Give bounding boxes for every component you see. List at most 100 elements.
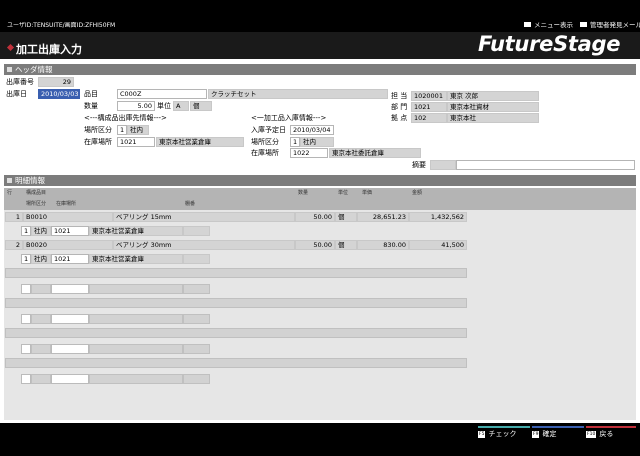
user-info: ユーザID:TENSUITE/画面ID:ZFHI50FM — [7, 22, 116, 29]
site-name: 東京本社 — [447, 113, 539, 123]
row-loc-name: 社内 — [31, 254, 51, 264]
unit-code: A — [173, 101, 189, 111]
empty-loc-input[interactable] — [21, 344, 31, 354]
site-code: 102 — [411, 113, 447, 123]
empty-wh-input[interactable] — [51, 344, 89, 354]
row-qty[interactable]: 50.00 — [295, 240, 335, 250]
empty-wh-input[interactable] — [51, 374, 89, 384]
item-name: クラッチセット — [208, 89, 388, 99]
shipment-no-label: 出庫番号 — [6, 78, 34, 86]
empty-wh-name — [89, 314, 183, 324]
row-shelf — [183, 254, 210, 264]
proc-warehouse-label: 在庫場所 — [251, 149, 279, 157]
empty-loc-name — [31, 374, 51, 384]
empty-loc-input[interactable] — [21, 314, 31, 324]
warehouse-name: 東京本社営業倉庫 — [156, 137, 244, 147]
empty-loc-name — [31, 344, 51, 354]
row-wh-code-input[interactable]: 1021 — [51, 226, 89, 236]
empty-loc-name — [31, 284, 51, 294]
warehouse-label: 在庫場所 — [84, 138, 112, 146]
person-name: 東京 次郎 — [447, 91, 539, 101]
col-loc-class: 場所区分 — [26, 201, 47, 207]
col-row: 行 — [7, 190, 13, 196]
item-code-input[interactable]: C000Z — [117, 89, 207, 99]
col-price: 単価 — [362, 190, 373, 196]
proc-loc-class-label: 場所区分 — [251, 138, 279, 146]
col-qty: 数量 — [298, 190, 309, 196]
header-section-title: ヘッダ情報 — [4, 64, 636, 75]
warehouse-code-input[interactable]: 1021 — [117, 137, 155, 147]
shipment-date-label: 出庫日 — [6, 90, 27, 98]
row-wh-name: 東京本社営業倉庫 — [89, 254, 183, 264]
proc-warehouse-code-input[interactable]: 1022 — [290, 148, 328, 158]
dept-code: 1021 — [411, 102, 447, 112]
site-label: 拠 点 — [391, 114, 408, 122]
col-unit: 単位 — [338, 190, 349, 196]
empty-shelf — [183, 284, 210, 294]
shipment-date-input[interactable]: 2010/03/03 — [38, 89, 80, 99]
back-button[interactable]: F10 戻る — [586, 426, 636, 440]
qty-input[interactable]: 5.00 — [117, 101, 155, 111]
qty-label: 数量 — [84, 102, 98, 110]
row-code[interactable]: B0010 — [23, 212, 113, 222]
row-unit: 個 — [335, 212, 357, 222]
col-amount: 金額 — [412, 190, 423, 196]
row-shelf — [183, 226, 210, 236]
col-shelf: 棚番 — [185, 201, 196, 207]
empty-wh-name — [89, 374, 183, 384]
empty-row[interactable] — [5, 268, 467, 278]
col-warehouse: 在庫場所 — [56, 201, 77, 207]
empty-wh-name — [89, 344, 183, 354]
row-no: 2 — [5, 240, 23, 250]
empty-wh-input[interactable] — [51, 284, 89, 294]
empty-wh-input[interactable] — [51, 314, 89, 324]
proc-loc-class-name: 社内 — [300, 137, 334, 147]
row-qty[interactable]: 50.00 — [295, 212, 335, 222]
processed-caption: <一加工品入庫情報---> — [251, 114, 327, 122]
remarks-input[interactable] — [456, 160, 635, 170]
planned-date-label: 入庫予定日 — [251, 126, 286, 134]
empty-loc-input[interactable] — [21, 374, 31, 384]
row-code[interactable]: B0020 — [23, 240, 113, 250]
dept-name: 東京本社資材 — [447, 102, 539, 112]
check-button[interactable]: F5 チェック — [478, 426, 530, 440]
row-amount: 1,432,562 — [409, 212, 467, 222]
remarks-label: 摘要 — [412, 161, 426, 169]
component-caption: <---構成品出庫先情報---> — [84, 114, 167, 122]
unit-label: 単位 — [157, 102, 171, 110]
empty-loc-input[interactable] — [21, 284, 31, 294]
empty-row[interactable] — [5, 358, 467, 368]
row-amount: 41,500 — [409, 240, 467, 250]
empty-row[interactable] — [5, 298, 467, 308]
remarks-code — [430, 160, 456, 170]
row-loc-code-input[interactable]: 1 — [21, 226, 31, 236]
row-wh-code-input[interactable]: 1021 — [51, 254, 89, 264]
planned-date-input[interactable]: 2010/03/04 — [290, 125, 334, 135]
mail-icon — [580, 21, 587, 27]
detail-table-header — [4, 188, 636, 210]
empty-shelf — [183, 344, 210, 354]
row-price: 830.00 — [357, 240, 409, 250]
row-name: ベアリング 15mm — [113, 212, 295, 222]
empty-wh-name — [89, 284, 183, 294]
person-code: 1020001 — [411, 91, 447, 101]
menu-icon — [524, 21, 531, 27]
row-loc-code-input[interactable]: 1 — [21, 254, 31, 264]
row-price: 28,651.23 — [357, 212, 409, 222]
proc-warehouse-name: 東京本社委託倉庫 — [329, 148, 421, 158]
admin-mail-link[interactable]: 管理者発見メール — [580, 19, 640, 29]
menu-display-link[interactable]: メニュー表示 — [524, 19, 573, 29]
proc-loc-class-code-input[interactable]: 1 — [290, 137, 300, 147]
confirm-button[interactable]: F9 確定 — [532, 426, 584, 440]
row-no: 1 — [5, 212, 23, 222]
detail-section-title: 明細情報 — [4, 175, 636, 186]
empty-shelf — [183, 374, 210, 384]
shipment-no-value: 29 — [38, 77, 74, 87]
dept-label: 部 門 — [391, 103, 408, 111]
empty-row[interactable] — [5, 328, 467, 338]
col-component: 構成品目 — [26, 190, 47, 196]
loc-class-code-input[interactable]: 1 — [117, 125, 127, 135]
row-loc-name: 社内 — [31, 226, 51, 236]
row-wh-name: 東京本社営業倉庫 — [89, 226, 183, 236]
empty-loc-name — [31, 314, 51, 324]
